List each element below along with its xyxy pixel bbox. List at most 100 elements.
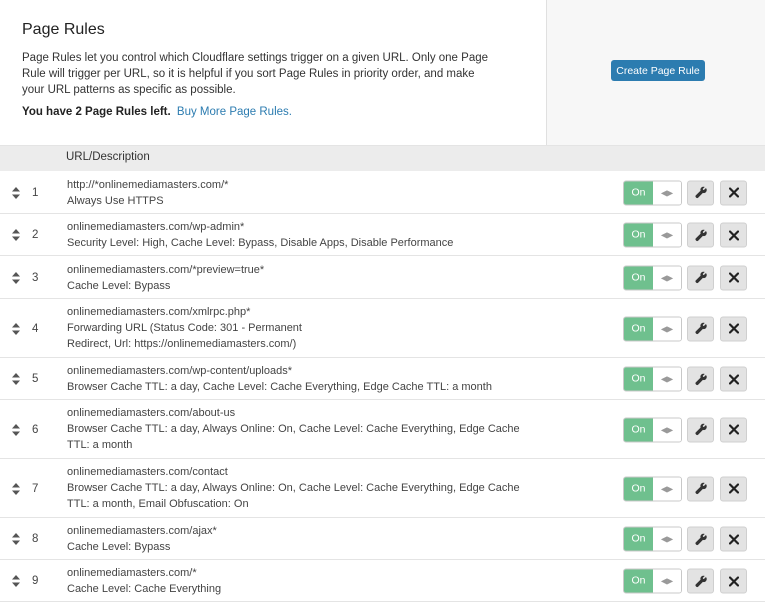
rule-details: onlinemediamasters.com/*preview=true* Cac… bbox=[67, 262, 532, 294]
wrench-icon bbox=[694, 423, 707, 436]
rule-toggle[interactable]: On ◀▶ bbox=[623, 476, 682, 501]
delete-rule-button[interactable] bbox=[720, 417, 747, 442]
left-right-arrows-icon: ◀▶ bbox=[653, 569, 681, 593]
delete-rule-button[interactable] bbox=[720, 265, 747, 290]
rule-details: onlinemediamasters.com/about-us Browser C… bbox=[67, 405, 532, 453]
delete-rule-button[interactable] bbox=[720, 366, 747, 392]
drag-handle-icon[interactable] bbox=[10, 533, 22, 545]
column-header-url: URL/Description bbox=[66, 151, 150, 163]
rule-description: Security Level: High, Cache Level: Bypas… bbox=[67, 237, 454, 249]
create-page-rule-button[interactable]: Create Page Rule bbox=[611, 60, 705, 81]
toggle-on-label: On bbox=[624, 181, 653, 204]
left-right-arrows-icon: ◀▶ bbox=[653, 223, 681, 247]
close-icon bbox=[728, 534, 739, 544]
wrench-icon bbox=[694, 186, 707, 199]
rules-remaining: You have 2 Page Rules left. Buy More Pag… bbox=[22, 106, 292, 118]
buy-more-link[interactable]: Buy More Page Rules. bbox=[177, 106, 292, 118]
delete-rule-button[interactable] bbox=[720, 568, 747, 594]
table-row: 4 onlinemediamasters.com/xmlrpc.php* Forwa… bbox=[0, 299, 765, 358]
rule-url: onlinemediamasters.com/*preview=true* bbox=[67, 263, 265, 276]
rule-toggle[interactable]: On ◀▶ bbox=[623, 180, 682, 205]
edit-rule-button[interactable] bbox=[687, 265, 714, 290]
page-rules-intro: Page Rules Page Rules let you control wh… bbox=[22, 20, 492, 98]
drag-handle-icon[interactable] bbox=[10, 322, 22, 335]
left-right-arrows-icon: ◀▶ bbox=[653, 181, 681, 204]
edit-rule-button[interactable] bbox=[687, 568, 714, 594]
close-icon bbox=[728, 424, 739, 435]
rule-priority: 4 bbox=[32, 322, 39, 335]
table-row: 7 onlinemediamasters.com/contact Browser C… bbox=[0, 459, 765, 518]
delete-rule-button[interactable] bbox=[720, 526, 747, 552]
drag-handle-icon[interactable] bbox=[10, 229, 22, 241]
rule-description: Cache Level: Bypass bbox=[67, 541, 171, 553]
edit-rule-button[interactable] bbox=[687, 222, 714, 248]
drag-handle-icon[interactable] bbox=[10, 186, 22, 199]
rule-controls: On ◀▶ bbox=[623, 476, 748, 501]
rule-toggle[interactable]: On ◀▶ bbox=[623, 222, 682, 248]
edit-rule-button[interactable] bbox=[687, 316, 714, 341]
rule-controls: On ◀▶ bbox=[623, 222, 748, 248]
toggle-on-label: On bbox=[624, 527, 653, 551]
delete-rule-button[interactable] bbox=[720, 222, 747, 248]
rule-toggle[interactable]: On ◀▶ bbox=[623, 366, 682, 392]
drag-handle-icon[interactable] bbox=[10, 575, 22, 587]
wrench-icon bbox=[694, 322, 707, 335]
drag-handle-icon[interactable] bbox=[10, 373, 22, 385]
close-icon bbox=[728, 374, 739, 384]
rule-priority: 8 bbox=[32, 533, 39, 545]
wrench-icon bbox=[694, 533, 707, 545]
rule-url: onlinemediamasters.com/about-us bbox=[67, 407, 236, 419]
rule-toggle[interactable]: On ◀▶ bbox=[623, 417, 682, 442]
close-icon bbox=[728, 187, 739, 198]
table-row: 6 onlinemediamasters.com/about-us Browser … bbox=[0, 400, 765, 459]
toggle-on-label: On bbox=[624, 569, 653, 593]
edit-rule-button[interactable] bbox=[687, 526, 714, 552]
rule-priority: 2 bbox=[32, 229, 39, 241]
close-icon bbox=[728, 323, 739, 334]
rule-description: Browser Cache TTL: a day, Cache Level: C… bbox=[67, 381, 492, 393]
drag-handle-icon[interactable] bbox=[10, 482, 22, 495]
left-right-arrows-icon: ◀▶ bbox=[653, 527, 681, 551]
left-right-arrows-icon: ◀▶ bbox=[653, 266, 681, 289]
wrench-icon bbox=[694, 482, 707, 495]
toggle-on-label: On bbox=[624, 223, 653, 247]
drag-handle-icon[interactable] bbox=[10, 271, 22, 284]
rule-toggle[interactable]: On ◀▶ bbox=[623, 526, 682, 552]
rule-toggle[interactable]: On ◀▶ bbox=[623, 316, 682, 341]
toggle-on-label: On bbox=[624, 477, 653, 500]
rule-url: onlinemediamasters.com/wp-content/upload… bbox=[67, 365, 293, 377]
left-right-arrows-icon: ◀▶ bbox=[653, 477, 681, 500]
drag-handle-icon[interactable] bbox=[10, 423, 22, 436]
rule-priority: 3 bbox=[32, 271, 39, 284]
edit-rule-button[interactable] bbox=[687, 417, 714, 442]
edit-rule-button[interactable] bbox=[687, 476, 714, 501]
rule-controls: On ◀▶ bbox=[623, 366, 748, 392]
wrench-icon bbox=[694, 373, 707, 385]
table-row: 8 onlinemediamasters.com/ajax* Cache Level… bbox=[0, 518, 765, 560]
close-icon bbox=[728, 483, 739, 494]
rule-url: onlinemediamasters.com/wp-admin* bbox=[67, 221, 245, 233]
actions-panel: Create Page Rule bbox=[546, 0, 765, 145]
rule-description: Always Use HTTPS bbox=[67, 194, 164, 207]
table-row: 5 onlinemediamasters.com/wp-content/uploa… bbox=[0, 358, 765, 400]
delete-rule-button[interactable] bbox=[720, 476, 747, 501]
rule-toggle[interactable]: On ◀▶ bbox=[623, 568, 682, 594]
edit-rule-button[interactable] bbox=[687, 180, 714, 205]
edit-rule-button[interactable] bbox=[687, 366, 714, 392]
rule-description: Forwarding URL (Status Code: 301 - Perma… bbox=[67, 322, 302, 350]
close-icon bbox=[728, 272, 739, 283]
left-right-arrows-icon: ◀▶ bbox=[653, 418, 681, 441]
rule-details: onlinemediamasters.com/wp-admin* Security… bbox=[67, 219, 532, 251]
delete-rule-button[interactable] bbox=[720, 180, 747, 205]
rule-priority: 6 bbox=[32, 423, 39, 436]
rule-url: onlinemediamasters.com/ajax* bbox=[67, 525, 217, 537]
close-icon bbox=[728, 576, 739, 586]
page-title: Page Rules bbox=[22, 21, 105, 38]
delete-rule-button[interactable] bbox=[720, 316, 747, 341]
rule-details: onlinemediamasters.com/ajax* Cache Level:… bbox=[67, 523, 532, 555]
rule-toggle[interactable]: On ◀▶ bbox=[623, 265, 682, 290]
rule-controls: On ◀▶ bbox=[623, 316, 748, 341]
rule-url: onlinemediamasters.com/contact bbox=[67, 466, 228, 478]
rule-priority: 5 bbox=[32, 373, 39, 385]
rule-description: Cache Level: Bypass bbox=[67, 279, 171, 292]
